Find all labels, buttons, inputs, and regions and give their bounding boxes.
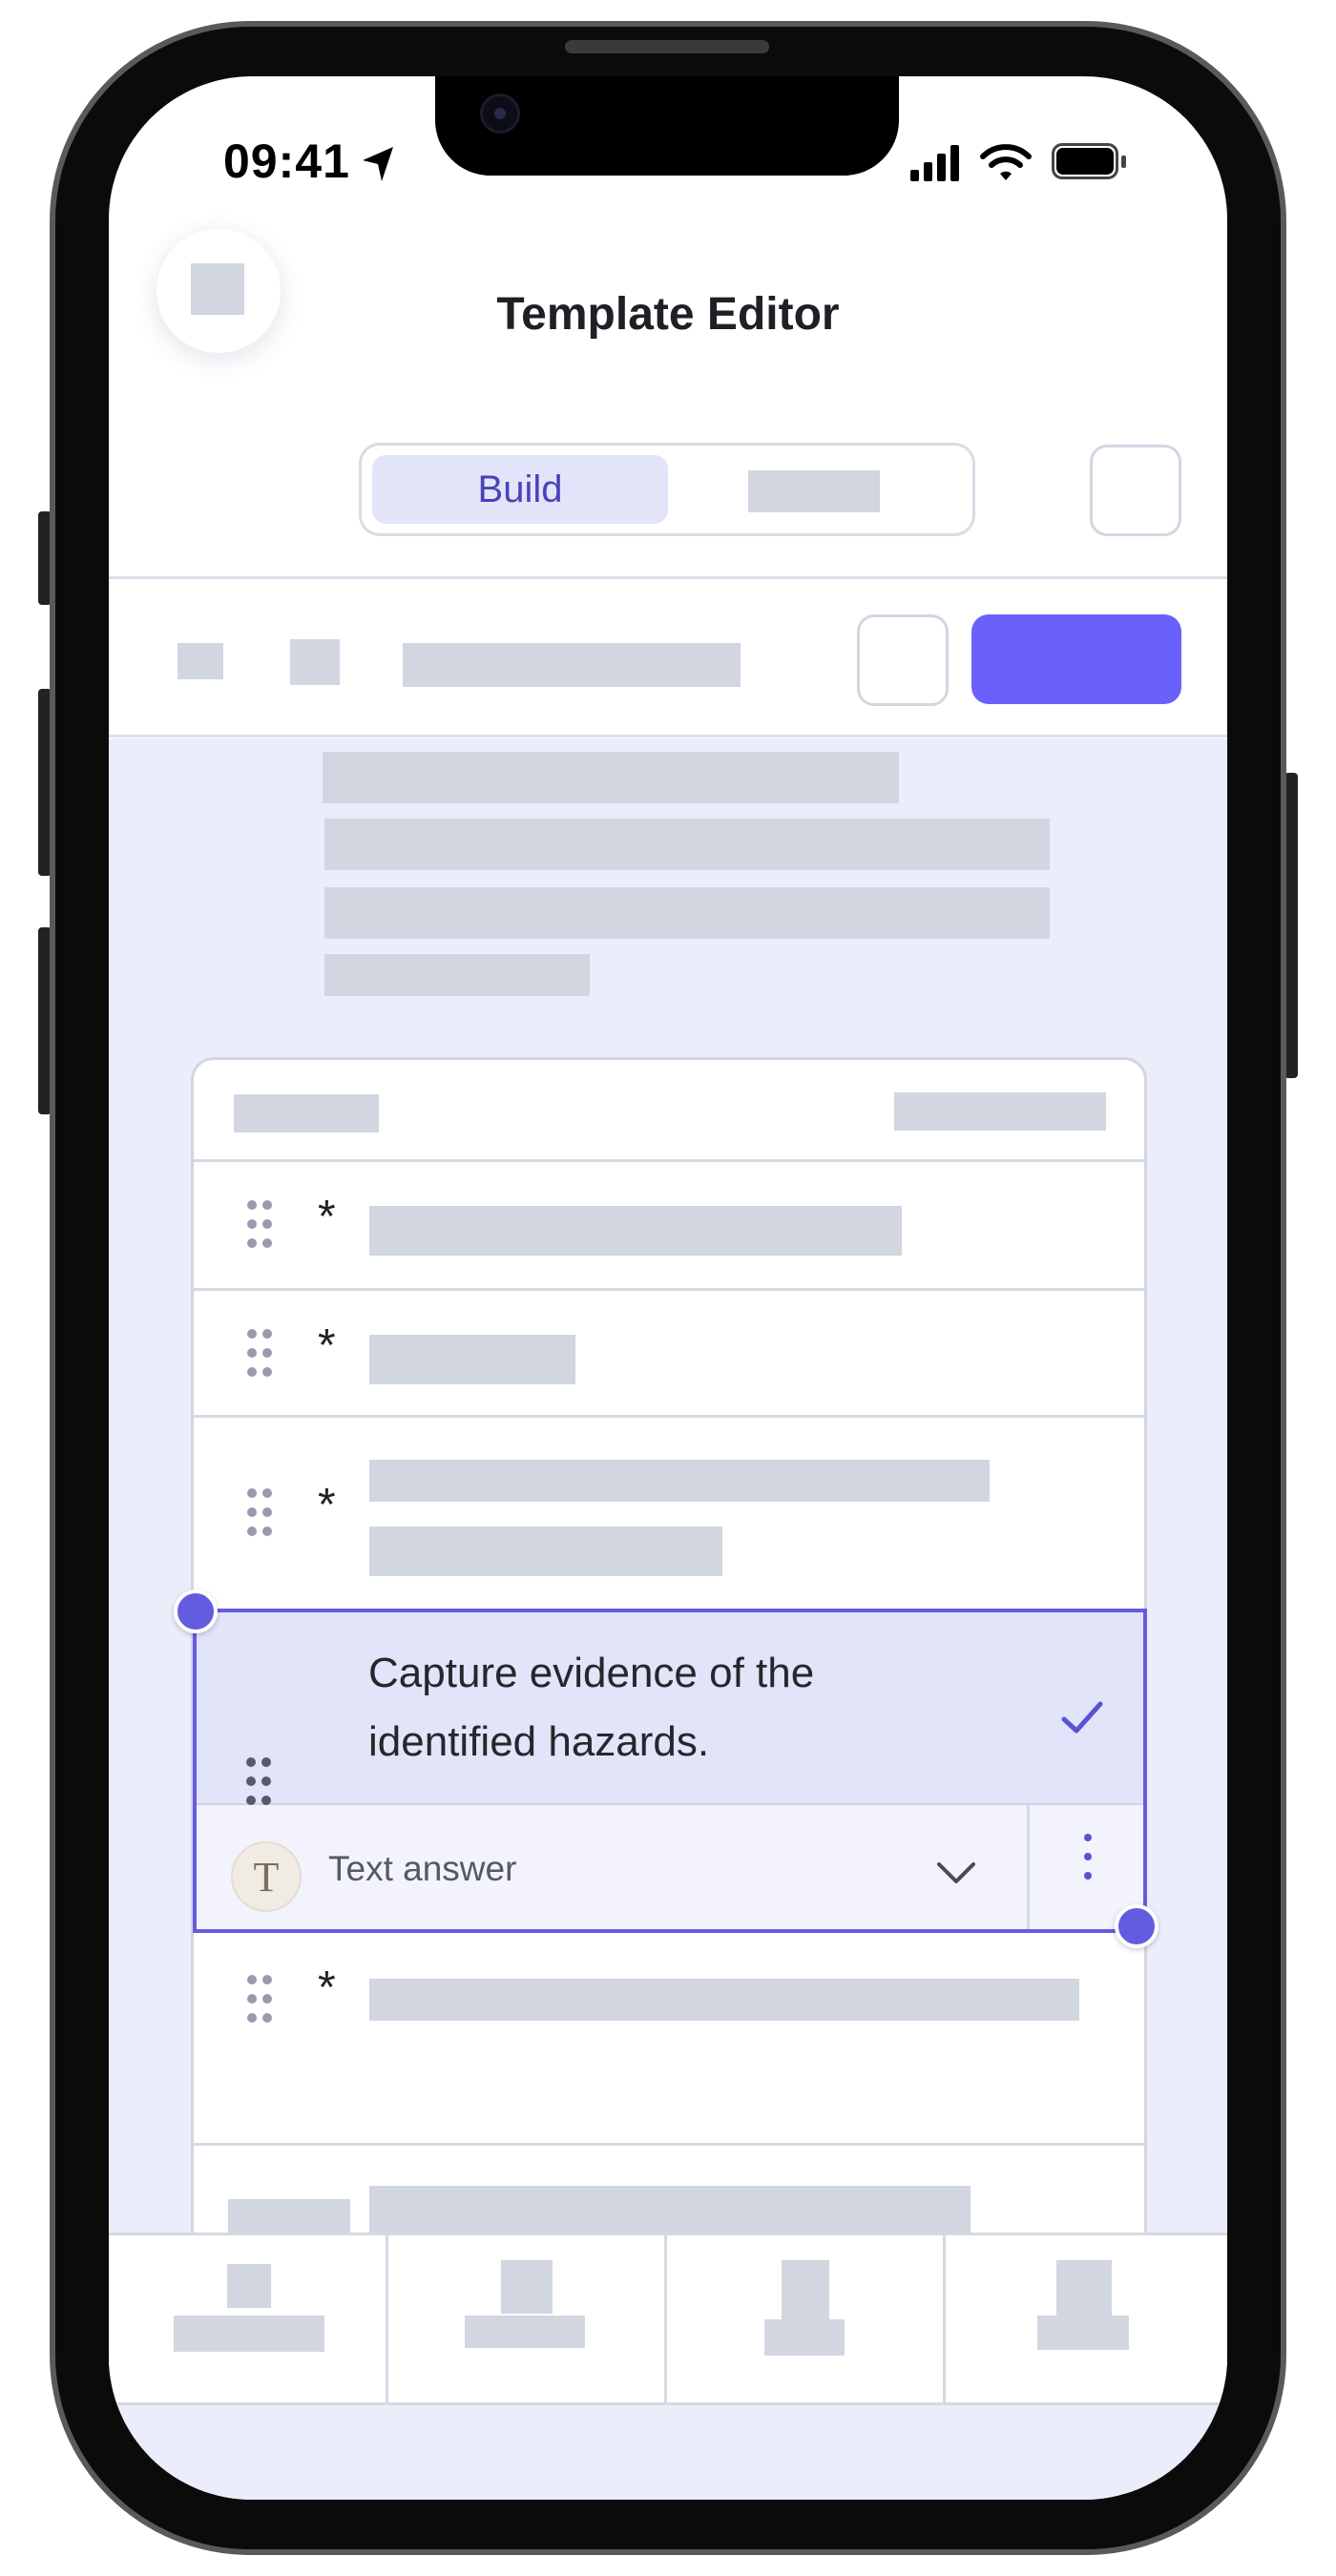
tab-label-placeholder xyxy=(764,2319,845,2356)
toolbar-icon-placeholder[interactable] xyxy=(177,643,223,679)
section-description-placeholder xyxy=(324,819,1050,870)
required-marker: * xyxy=(318,1192,336,1242)
tab-label-placeholder xyxy=(174,2316,324,2352)
question-text-placeholder xyxy=(369,1206,902,1256)
toolbar-text-placeholder xyxy=(403,643,741,687)
question-row[interactable]: * xyxy=(194,1418,1144,1609)
card-header-placeholder xyxy=(234,1094,379,1132)
section-heading-placeholder xyxy=(323,752,899,803)
chevron-down-icon[interactable] xyxy=(935,1859,977,1887)
tab-icon-placeholder xyxy=(782,2260,829,2319)
question-text-placeholder xyxy=(369,1460,990,1502)
card-header-action-placeholder[interactable] xyxy=(894,1092,1106,1131)
selection-resize-handle-bottom-right[interactable] xyxy=(1115,1904,1159,1948)
answer-type-label[interactable]: Text answer xyxy=(328,1849,516,1889)
question-row[interactable]: * xyxy=(194,1933,1144,2057)
answer-bar-separator xyxy=(1027,1805,1030,1929)
check-icon[interactable] xyxy=(1059,1698,1105,1736)
selected-question-text[interactable]: Capture evidence of the identified hazar… xyxy=(368,1639,941,1776)
required-marker: * xyxy=(318,1480,336,1530)
page-title: Template Editor xyxy=(496,289,840,340)
status-time: 09:41 xyxy=(223,135,350,188)
text-type-icon: T xyxy=(231,1841,302,1912)
phone-screen: 09:41 Template Editor Build * * * * Capt… xyxy=(109,76,1227,2500)
signal-icon xyxy=(910,143,968,183)
tab-label-placeholder xyxy=(465,2316,585,2348)
battery-icon xyxy=(1052,143,1128,181)
question-row[interactable]: * xyxy=(194,1291,1144,1415)
header-divider xyxy=(109,576,1227,579)
bottom-tab-1[interactable] xyxy=(109,2235,386,2402)
primary-action-button[interactable] xyxy=(971,614,1181,704)
tab-bar-bottom-border xyxy=(109,2402,1227,2405)
tab-icon-placeholder xyxy=(501,2260,553,2314)
drag-handle-icon[interactable] xyxy=(247,1975,274,2025)
bottom-tab-4[interactable] xyxy=(946,2235,1227,2402)
tab-build[interactable]: Build xyxy=(372,455,668,524)
front-camera xyxy=(480,93,520,134)
tab-secondary-label-placeholder xyxy=(748,470,880,512)
phone-side-button-power xyxy=(1284,773,1298,1078)
toolbar-icon-placeholder[interactable] xyxy=(290,639,340,685)
tab-secondary[interactable] xyxy=(681,455,958,524)
speaker-grille xyxy=(565,40,769,53)
toolbar-secondary-button[interactable] xyxy=(857,614,949,706)
question-row[interactable]: * xyxy=(194,1162,1144,1288)
drag-handle-icon[interactable] xyxy=(247,1200,274,1250)
tab-label-placeholder xyxy=(1037,2316,1129,2350)
required-marker: * xyxy=(318,1320,336,1371)
bottom-tab-3[interactable] xyxy=(667,2235,943,2402)
selection-resize-handle-top-left[interactable] xyxy=(174,1589,218,1633)
location-arrow-icon xyxy=(363,147,393,181)
toolbar-divider xyxy=(109,735,1227,737)
header-action-button[interactable] xyxy=(1090,445,1181,536)
question-text-placeholder xyxy=(369,1335,575,1384)
tab-icon-placeholder xyxy=(227,2264,271,2308)
question-text-placeholder xyxy=(369,1527,722,1576)
section-description-placeholder xyxy=(324,954,590,996)
wifi-icon xyxy=(980,144,1032,180)
more-vertical-icon[interactable] xyxy=(1082,1834,1094,1887)
required-marker: * xyxy=(318,1963,336,2013)
bottom-tab-2[interactable] xyxy=(388,2235,664,2402)
question-text-placeholder xyxy=(369,1979,1079,2021)
drag-handle-icon[interactable] xyxy=(247,1488,274,1538)
section-description-placeholder xyxy=(324,887,1050,939)
tab-icon-placeholder xyxy=(1056,2260,1112,2316)
drag-handle-icon[interactable] xyxy=(247,1329,274,1379)
drag-handle-icon[interactable] xyxy=(246,1757,273,1807)
question-text-placeholder xyxy=(369,2186,971,2237)
